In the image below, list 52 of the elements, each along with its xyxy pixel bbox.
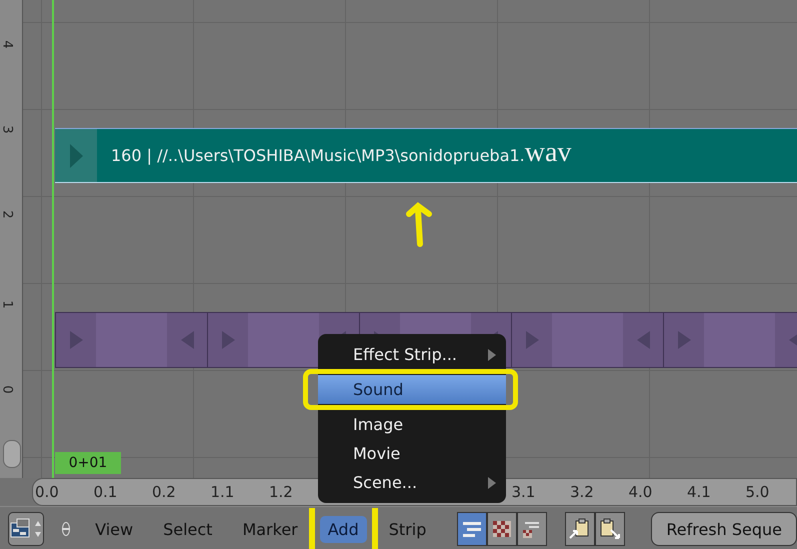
time-label: 3.2 bbox=[570, 483, 595, 501]
channel-number: 3 bbox=[0, 125, 15, 134]
current-frame-label: 0+01 bbox=[55, 452, 121, 474]
sequence-strip[interactable] bbox=[663, 312, 797, 368]
time-label: 0.2 bbox=[152, 483, 177, 501]
time-label: 1.2 bbox=[269, 483, 294, 501]
menu-item[interactable]: View bbox=[87, 516, 142, 542]
collapse-icon[interactable] bbox=[62, 522, 70, 536]
clipboard-icon bbox=[598, 518, 622, 540]
sequence-strip[interactable] bbox=[511, 312, 664, 368]
time-label: 4.1 bbox=[687, 483, 712, 501]
channel-number: 4 bbox=[0, 40, 15, 49]
channel-number: 2 bbox=[0, 210, 15, 219]
checker-icon bbox=[491, 519, 514, 539]
strip-label: 160 | //..\Users\TOSHIBA\Music\MP3\sonidoprueba1. bbox=[111, 146, 525, 165]
view-toggle-button[interactable] bbox=[517, 512, 548, 546]
view-toggle-button[interactable] bbox=[487, 512, 518, 546]
sound-strip[interactable]: 160 | //..\Users\TOSHIBA\Music\MP3\sonidoprueba1.wav bbox=[55, 128, 797, 183]
menu-item[interactable]: Select bbox=[155, 516, 220, 542]
refresh-button[interactable]: Refresh Seque bbox=[651, 512, 797, 546]
menu-item[interactable]: Marker bbox=[234, 516, 306, 542]
handle-arrow-icon bbox=[70, 144, 82, 168]
editor-type-button[interactable] bbox=[8, 512, 44, 546]
handle-arrow-icon bbox=[180, 331, 194, 349]
arrow-annotation bbox=[405, 200, 435, 248]
view-toggle-button[interactable] bbox=[457, 512, 488, 546]
time-label: 3.1 bbox=[512, 483, 536, 501]
handle-arrow-icon bbox=[70, 331, 82, 349]
sequence-strip[interactable] bbox=[55, 312, 208, 368]
time-label: 0.1 bbox=[94, 483, 118, 501]
time-label: 0.0 bbox=[35, 483, 60, 501]
menu-item[interactable]: Add bbox=[320, 516, 367, 542]
time-label: 4.0 bbox=[628, 483, 654, 501]
handle-arrow-icon bbox=[678, 331, 690, 349]
menu-item[interactable]: Scene... bbox=[318, 468, 506, 497]
handle-arrow-icon bbox=[636, 331, 650, 349]
channel-number: 1 bbox=[0, 300, 15, 309]
channel-number: 0 bbox=[0, 385, 15, 394]
scrollbar-knob[interactable] bbox=[3, 440, 21, 468]
time-label: 5.0 bbox=[746, 483, 770, 501]
handle-arrow-icon bbox=[526, 331, 538, 349]
menu-item[interactable]: Strip bbox=[380, 516, 434, 542]
handle-arrow-icon bbox=[222, 331, 234, 349]
file-extension: wav bbox=[524, 138, 572, 166]
copy-button[interactable] bbox=[565, 512, 596, 546]
paste-button[interactable] bbox=[595, 512, 626, 546]
menu-item[interactable]: Sound bbox=[318, 375, 506, 404]
menu-item[interactable]: Movie bbox=[318, 439, 506, 468]
menu-item[interactable]: Image bbox=[318, 410, 506, 439]
menu-item[interactable]: Effect Strip... bbox=[318, 340, 506, 369]
strips-icon bbox=[463, 522, 482, 536]
time-label: 1.1 bbox=[210, 483, 236, 501]
